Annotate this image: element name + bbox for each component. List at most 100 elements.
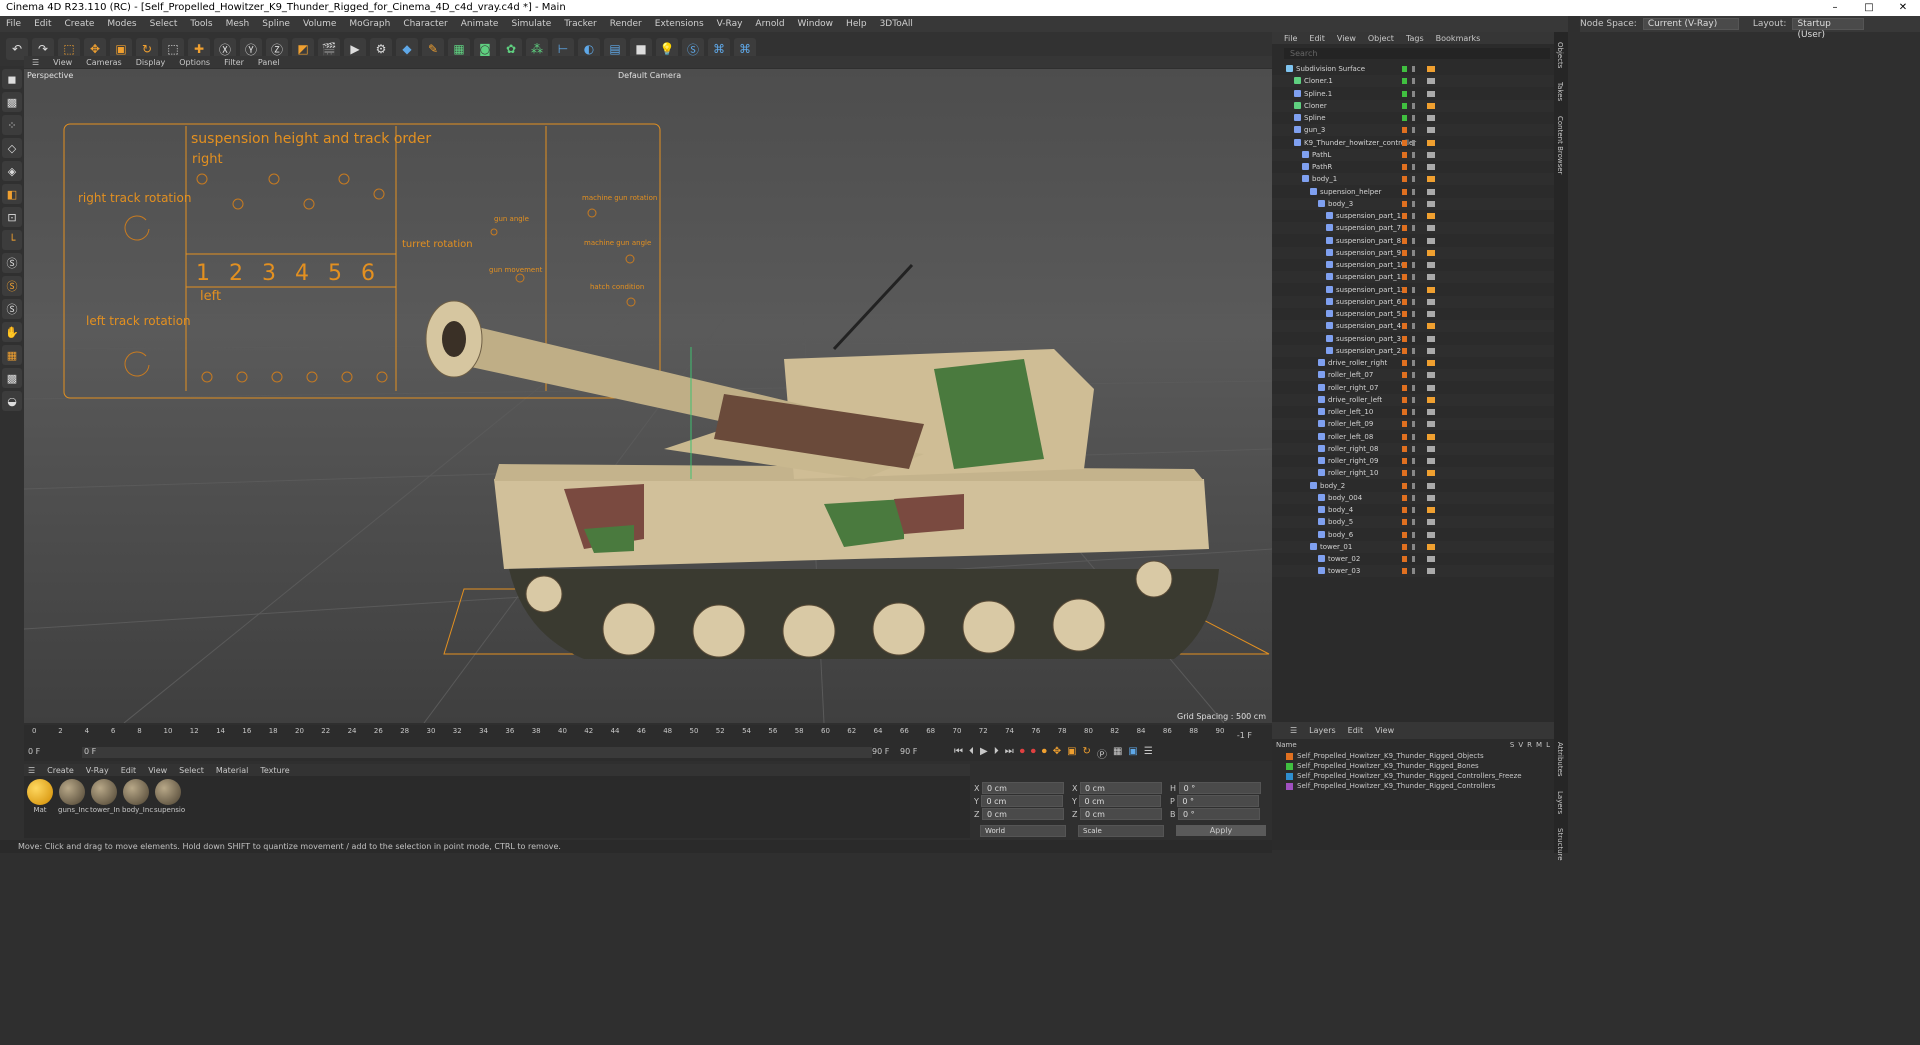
- layer-color-tag[interactable]: [1402, 568, 1407, 575]
- object-row[interactable]: Cloner.1: [1272, 75, 1554, 88]
- visibility-dots-icon[interactable]: [1412, 225, 1415, 232]
- om-menu-object[interactable]: Object: [1368, 34, 1394, 43]
- layer-color-tag[interactable]: [1402, 531, 1407, 538]
- tag-icon[interactable]: [1427, 237, 1435, 244]
- material-menu-vray[interactable]: V-Ray: [86, 766, 109, 775]
- layer-color-tag[interactable]: [1402, 421, 1407, 428]
- menu-arnold[interactable]: Arnold: [755, 19, 784, 29]
- layer-color-tag[interactable]: [1402, 347, 1407, 354]
- layer-color-tag[interactable]: [1402, 372, 1407, 379]
- object-row[interactable]: tower_03: [1272, 565, 1554, 578]
- visibility-dots-icon[interactable]: [1412, 531, 1415, 538]
- size-y-input[interactable]: 0 cm: [1079, 795, 1162, 807]
- rot-b-input[interactable]: 0 °: [1178, 808, 1261, 820]
- checker-icon[interactable]: ▩: [2, 368, 22, 388]
- visibility-dots-icon[interactable]: [1412, 78, 1415, 85]
- object-row[interactable]: suspension_part_7: [1272, 222, 1554, 235]
- viewport-menu-panel[interactable]: Panel: [258, 58, 280, 67]
- layer-color-tag[interactable]: [1402, 127, 1407, 134]
- material-menu-select[interactable]: Select: [179, 766, 204, 775]
- uv-mode-icon[interactable]: ◧: [2, 184, 22, 204]
- tag-icon[interactable]: [1427, 568, 1435, 575]
- axis-mode-icon[interactable]: ⊡: [2, 207, 22, 227]
- object-row[interactable]: Subdivision Surface: [1272, 63, 1554, 75]
- layer-color-tag[interactable]: [1402, 115, 1407, 121]
- menu-animate[interactable]: Animate: [461, 19, 499, 29]
- layer-color-tag[interactable]: [1402, 543, 1407, 550]
- object-row[interactable]: body_3: [1272, 197, 1554, 210]
- object-search-input[interactable]: Search: [1284, 48, 1550, 59]
- material-menu-edit[interactable]: Edit: [121, 766, 137, 775]
- visibility-dots-icon[interactable]: [1412, 323, 1415, 330]
- object-row[interactable]: roller_right_07: [1272, 381, 1554, 394]
- tag-icon[interactable]: [1427, 249, 1435, 256]
- layer-menu-view[interactable]: View: [1375, 726, 1394, 735]
- go-end-icon[interactable]: ⏭: [1005, 746, 1014, 761]
- material-menu-material[interactable]: Material: [216, 766, 249, 775]
- layer-color-tag[interactable]: [1402, 78, 1407, 85]
- key-rotate-icon[interactable]: ↻: [1083, 746, 1091, 761]
- visibility-dots-icon[interactable]: [1412, 90, 1415, 97]
- object-row[interactable]: suspension_part_3: [1272, 332, 1554, 345]
- menu-window[interactable]: Window: [798, 19, 834, 29]
- object-row[interactable]: suspension_part_10: [1272, 259, 1554, 271]
- tag-icon[interactable]: [1427, 164, 1435, 170]
- rot-h-input[interactable]: 0 °: [1178, 782, 1261, 794]
- tag-icon[interactable]: [1427, 200, 1435, 207]
- menu-character[interactable]: Character: [403, 19, 447, 29]
- visibility-dots-icon[interactable]: [1412, 188, 1415, 195]
- material-menu-create[interactable]: Create: [47, 766, 74, 775]
- object-row[interactable]: body_5: [1272, 516, 1554, 529]
- visibility-dots-icon[interactable]: [1412, 237, 1415, 244]
- model-mode-icon[interactable]: ◼: [2, 69, 22, 89]
- menu-tools[interactable]: Tools: [190, 19, 212, 29]
- visibility-dots-icon[interactable]: [1412, 249, 1415, 256]
- tag-icon[interactable]: [1427, 115, 1435, 121]
- layout-dropdown[interactable]: Startup (User): [1792, 18, 1865, 40]
- layer-color-tag[interactable]: [1402, 409, 1407, 415]
- layer-color-swatch[interactable]: [1286, 772, 1293, 780]
- menu-vray[interactable]: V-Ray: [717, 19, 743, 29]
- material-swatch[interactable]: tower_In: [90, 778, 120, 814]
- visibility-dots-icon[interactable]: [1412, 311, 1415, 317]
- layer-row[interactable]: Self_Propelled_Howitzer_K9_Thunder_Rigge…: [1272, 781, 1554, 791]
- tag-icon[interactable]: [1427, 225, 1435, 232]
- node-space-dropdown[interactable]: Current (V-Ray): [1642, 18, 1739, 30]
- object-row[interactable]: Spline: [1272, 112, 1554, 124]
- viewport-menu-cameras[interactable]: Cameras: [86, 58, 122, 67]
- fcurve-icon[interactable]: ☰: [1144, 746, 1153, 761]
- material-hamburger-icon[interactable]: ☰: [28, 766, 35, 775]
- visibility-dots-icon[interactable]: [1412, 360, 1415, 366]
- tag-icon[interactable]: [1427, 519, 1435, 526]
- tag-icon[interactable]: [1427, 360, 1435, 366]
- side-tab-layers[interactable]: Layers: [1554, 787, 1566, 818]
- visibility-dots-icon[interactable]: [1412, 372, 1415, 379]
- visibility-dots-icon[interactable]: [1412, 347, 1415, 354]
- object-row[interactable]: roller_left_10: [1272, 406, 1554, 418]
- size-x-input[interactable]: 0 cm: [1080, 782, 1163, 794]
- key-pla-icon[interactable]: ▦: [1113, 746, 1122, 761]
- layer-color-tag[interactable]: [1402, 139, 1407, 146]
- layer-color-tag[interactable]: [1402, 298, 1407, 305]
- object-row[interactable]: suspension_part_4: [1272, 320, 1554, 333]
- object-row[interactable]: roller_right_10: [1272, 467, 1554, 480]
- tag-icon[interactable]: [1427, 151, 1435, 158]
- tag-icon[interactable]: [1427, 262, 1435, 268]
- layer-color-tag[interactable]: [1402, 188, 1407, 195]
- object-row[interactable]: suspension_part_5: [1272, 308, 1554, 320]
- visibility-dots-icon[interactable]: [1412, 164, 1415, 170]
- polygons-mode-icon[interactable]: ◈: [2, 161, 22, 181]
- menu-3dtoall[interactable]: 3DToAll: [880, 19, 913, 29]
- visibility-dots-icon[interactable]: [1412, 507, 1415, 513]
- tag-icon[interactable]: [1427, 188, 1435, 195]
- layer-color-tag[interactable]: [1402, 102, 1407, 109]
- record-icon[interactable]: ⏺: [1020, 746, 1025, 761]
- max-frame[interactable]: 90 F: [872, 747, 889, 756]
- visibility-dots-icon[interactable]: [1412, 286, 1415, 293]
- object-row[interactable]: body_2: [1272, 479, 1554, 492]
- visibility-dots-icon[interactable]: [1412, 568, 1415, 575]
- tag-icon[interactable]: [1427, 311, 1435, 317]
- material-menu-texture[interactable]: Texture: [260, 766, 289, 775]
- visibility-dots-icon[interactable]: [1412, 335, 1415, 342]
- timeline-ruler[interactable]: 0 2 4 6 8 10 12 14 16 18 20 22 24 26 28 30 32 34 36 38 40 42 4…: [24, 725, 1272, 745]
